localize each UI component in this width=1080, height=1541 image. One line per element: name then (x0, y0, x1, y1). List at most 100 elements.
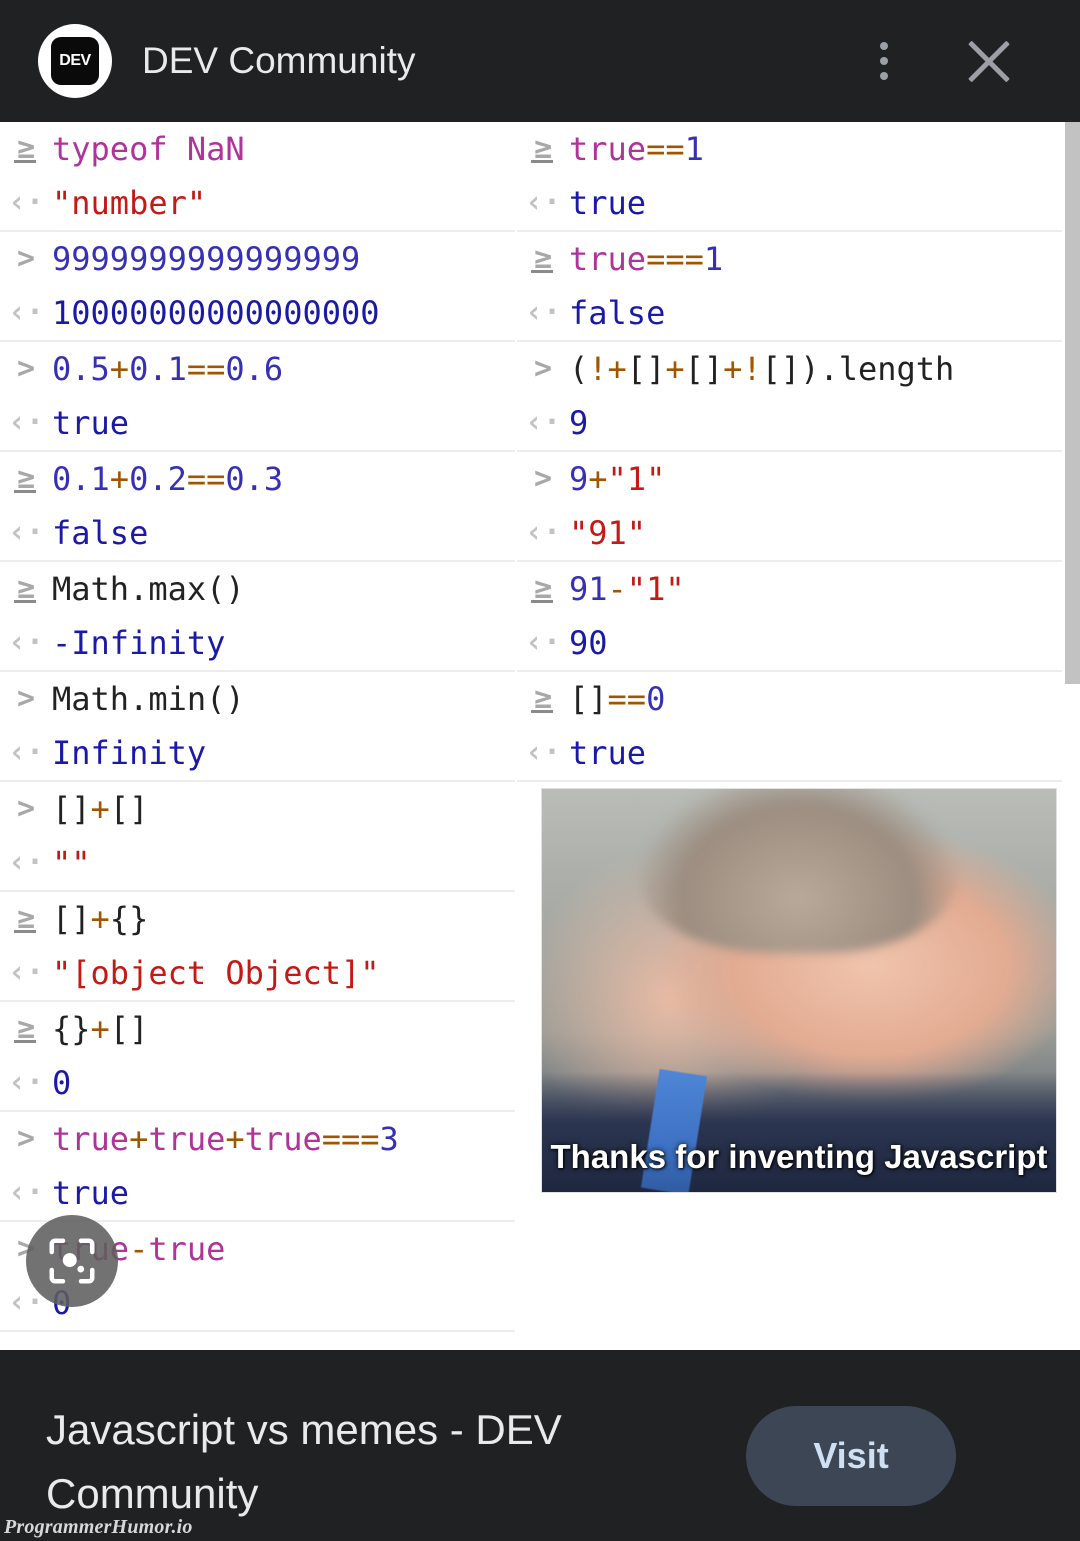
console-entry: ≥ []==0 ‹· true (517, 672, 1062, 782)
console-entry: >0.5+0.1==0.6 ‹· true (0, 342, 515, 452)
console-entry: ≥ Math.max() ‹· -Infinity (0, 562, 515, 672)
console-input-line: > []+[] (0, 782, 515, 836)
console-output-line: ‹· 90 (517, 616, 1062, 670)
console-entry: ≥ []+{} ‹· "[object Object]" (0, 892, 515, 1002)
console-output-line: ‹· "91" (517, 506, 1062, 560)
console-input-code: true===1 (569, 240, 724, 278)
console-output-line: ‹· true (0, 396, 515, 450)
console-input-code: {}+[] (52, 1010, 149, 1048)
console-column-left: ≥ typeof NaN ‹· "number" >9999999999999999 ‹·… (0, 122, 515, 1332)
article-title: Javascript vs memes - DEV Community (46, 1406, 562, 1517)
console-entry: > true+true+true===3 ‹· true (0, 1112, 515, 1222)
prompt-arrow-icon: ≥ (517, 562, 569, 616)
console-entry: ≥ typeof NaN ‹· "number" (0, 122, 515, 232)
console-input-line: ≥ true===1 (517, 232, 1062, 286)
console-input-code: []==0 (569, 680, 666, 718)
meme-image[interactable]: Thanks for inventing Javascript (541, 788, 1057, 1193)
console-input-code: 0.5+0.1==0.6 (52, 350, 284, 388)
console-input-line: > (!+[]+[]+![]).length (517, 342, 1062, 396)
dot (880, 42, 888, 50)
prompt-arrow-icon: > (16, 241, 36, 276)
prompt-arrow-icon: ≥ (517, 122, 569, 176)
console-input-code: 9999999999999999 (52, 240, 361, 278)
console-output-value: true (569, 184, 647, 222)
return-arrow-icon: ‹· (7, 295, 45, 330)
console-entry: > Math.min() ‹· Infinity (0, 672, 515, 782)
prompt-arrow-icon: ≥ (0, 122, 52, 176)
return-arrow-icon: ‹· (7, 845, 45, 880)
console-output-value: 90 (569, 624, 608, 662)
dot (880, 57, 888, 65)
console-input-code: []+{} (52, 900, 149, 938)
console-output-value: 0 (52, 1064, 72, 1102)
console-output-value: 10000000000000000 (52, 294, 380, 332)
prompt-arrow-icon: ≥ (517, 672, 569, 726)
return-arrow-icon: ‹· (524, 405, 562, 440)
console-input-line: ≥ true==1 (517, 122, 1062, 176)
return-arrow-icon: ‹· (7, 735, 45, 770)
console-input-code: Math.max() (52, 570, 245, 608)
console-input-line: >9999999999999999 (0, 232, 515, 286)
console-output-value: "number" (52, 184, 207, 222)
console-input-line: >0.5+0.1==0.6 (0, 342, 515, 396)
console-input-line: >9+"1" (517, 452, 1062, 506)
return-arrow-icon: ‹· (7, 1175, 45, 1210)
more-vert-icon[interactable] (854, 24, 914, 98)
console-entry: ≥ {}+[] ‹· 0 (0, 1002, 515, 1112)
bottom-action-bar: Javascript vs memes - DEV Community Visi… (0, 1350, 1080, 1541)
console-output-value: Infinity (52, 734, 207, 772)
console-output-value: true (569, 734, 647, 772)
console-input-code: Math.min() (52, 680, 245, 718)
close-icon[interactable] (956, 28, 1022, 94)
web-content: ≥ typeof NaN ‹· "number" >9999999999999999 ‹·… (0, 122, 1080, 1350)
console-columns: ≥ typeof NaN ‹· "number" >9999999999999999 ‹·… (0, 122, 1080, 1332)
console-output-line: ‹· Infinity (0, 726, 515, 780)
console-input-line: > Math.min() (0, 672, 515, 726)
page-title: DEV Community (142, 40, 416, 81)
return-arrow-icon: ‹· (7, 955, 45, 990)
console-output-value: 9 (569, 404, 589, 442)
watermark: ProgrammerHumor.io (4, 1516, 193, 1538)
return-arrow-icon: ‹· (524, 625, 562, 660)
console-output-value: false (569, 294, 666, 332)
prompt-arrow-icon: > (16, 351, 36, 386)
console-input-code: 91-"1" (569, 570, 685, 608)
console-entry: ≥ true===1 ‹· false (517, 232, 1062, 342)
prompt-arrow-icon: > (533, 351, 553, 386)
prompt-arrow-icon: > (16, 791, 36, 826)
dot (880, 72, 888, 80)
prompt-arrow-icon: ≥ (517, 232, 569, 286)
console-output-line: ‹· "number" (0, 176, 515, 230)
app-bar: DEV DEV Community (0, 0, 1080, 122)
console-entry: ≥ true==1 ‹· true (517, 122, 1062, 232)
console-input-code: typeof NaN (52, 130, 245, 168)
console-output-line: ‹·0 (0, 1056, 515, 1110)
return-arrow-icon: ‹· (7, 405, 45, 440)
console-input-line: ≥ typeof NaN (0, 122, 515, 176)
console-input-line: ≥ []+{} (0, 892, 515, 946)
prompt-arrow-icon: ≥ (0, 452, 52, 506)
console-output-line: ‹· true (517, 726, 1062, 780)
console-entry: >9999999999999999 ‹· 10000000000000000 (0, 232, 515, 342)
console-entry: ≥0.1+0.2==0.3 ‹· false (0, 452, 515, 562)
google-lens-icon[interactable] (26, 1215, 118, 1307)
console-output-value: "[object Object]" (52, 954, 380, 992)
prompt-arrow-icon: > (16, 1121, 36, 1156)
console-input-code: true+true+true===3 (52, 1120, 399, 1158)
scrollbar-thumb[interactable] (1065, 122, 1080, 684)
console-input-line: > true+true+true===3 (0, 1112, 515, 1166)
return-arrow-icon: ‹· (7, 1065, 45, 1100)
console-input-line: ≥ []==0 (517, 672, 1062, 726)
console-output-line: ‹· false (0, 506, 515, 560)
visit-button[interactable]: Visit (746, 1406, 956, 1506)
return-arrow-icon: ‹· (7, 625, 45, 660)
console-entry: > []+[] ‹· "" (0, 782, 515, 892)
console-input-line: ≥91-"1" (517, 562, 1062, 616)
console-input-code: true==1 (569, 130, 704, 168)
console-output-line: ‹· 9 (517, 396, 1062, 450)
console-output-value: -Infinity (52, 624, 226, 662)
vertical-scrollbar[interactable] (1063, 122, 1080, 1350)
console-input-code: 0.1+0.2==0.3 (52, 460, 284, 498)
console-output-line: ‹· -Infinity (0, 616, 515, 670)
meme-photo-hair (638, 789, 958, 953)
